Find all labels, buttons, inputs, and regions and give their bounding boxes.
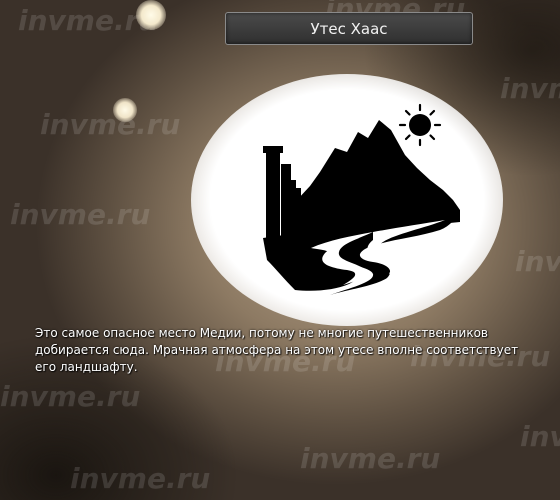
light-orb [113, 98, 137, 122]
watermark: invme.ru [520, 420, 560, 453]
watermark: invme.ru [70, 462, 211, 495]
watermark: invme.ru [515, 245, 560, 278]
watermark: invme.ru [500, 72, 560, 105]
tower-icon [263, 146, 301, 238]
sun-icon [398, 103, 442, 147]
cliff-with-sun-and-river-icon [263, 103, 460, 295]
watermark: invme.ru [300, 442, 441, 475]
watermark: invme.ru [10, 198, 151, 231]
watermark: invme.ru [0, 380, 141, 413]
location-title-bar: Утес Хаас [225, 12, 473, 45]
game-scene: invme.ru invme.ru invme.ru invme.ru invm… [0, 0, 560, 500]
watermark: invme.ru [40, 108, 181, 141]
location-title: Утес Хаас [310, 19, 388, 38]
location-description: Это самое опасное место Медии, потому не… [35, 326, 519, 374]
light-orb [136, 0, 166, 30]
